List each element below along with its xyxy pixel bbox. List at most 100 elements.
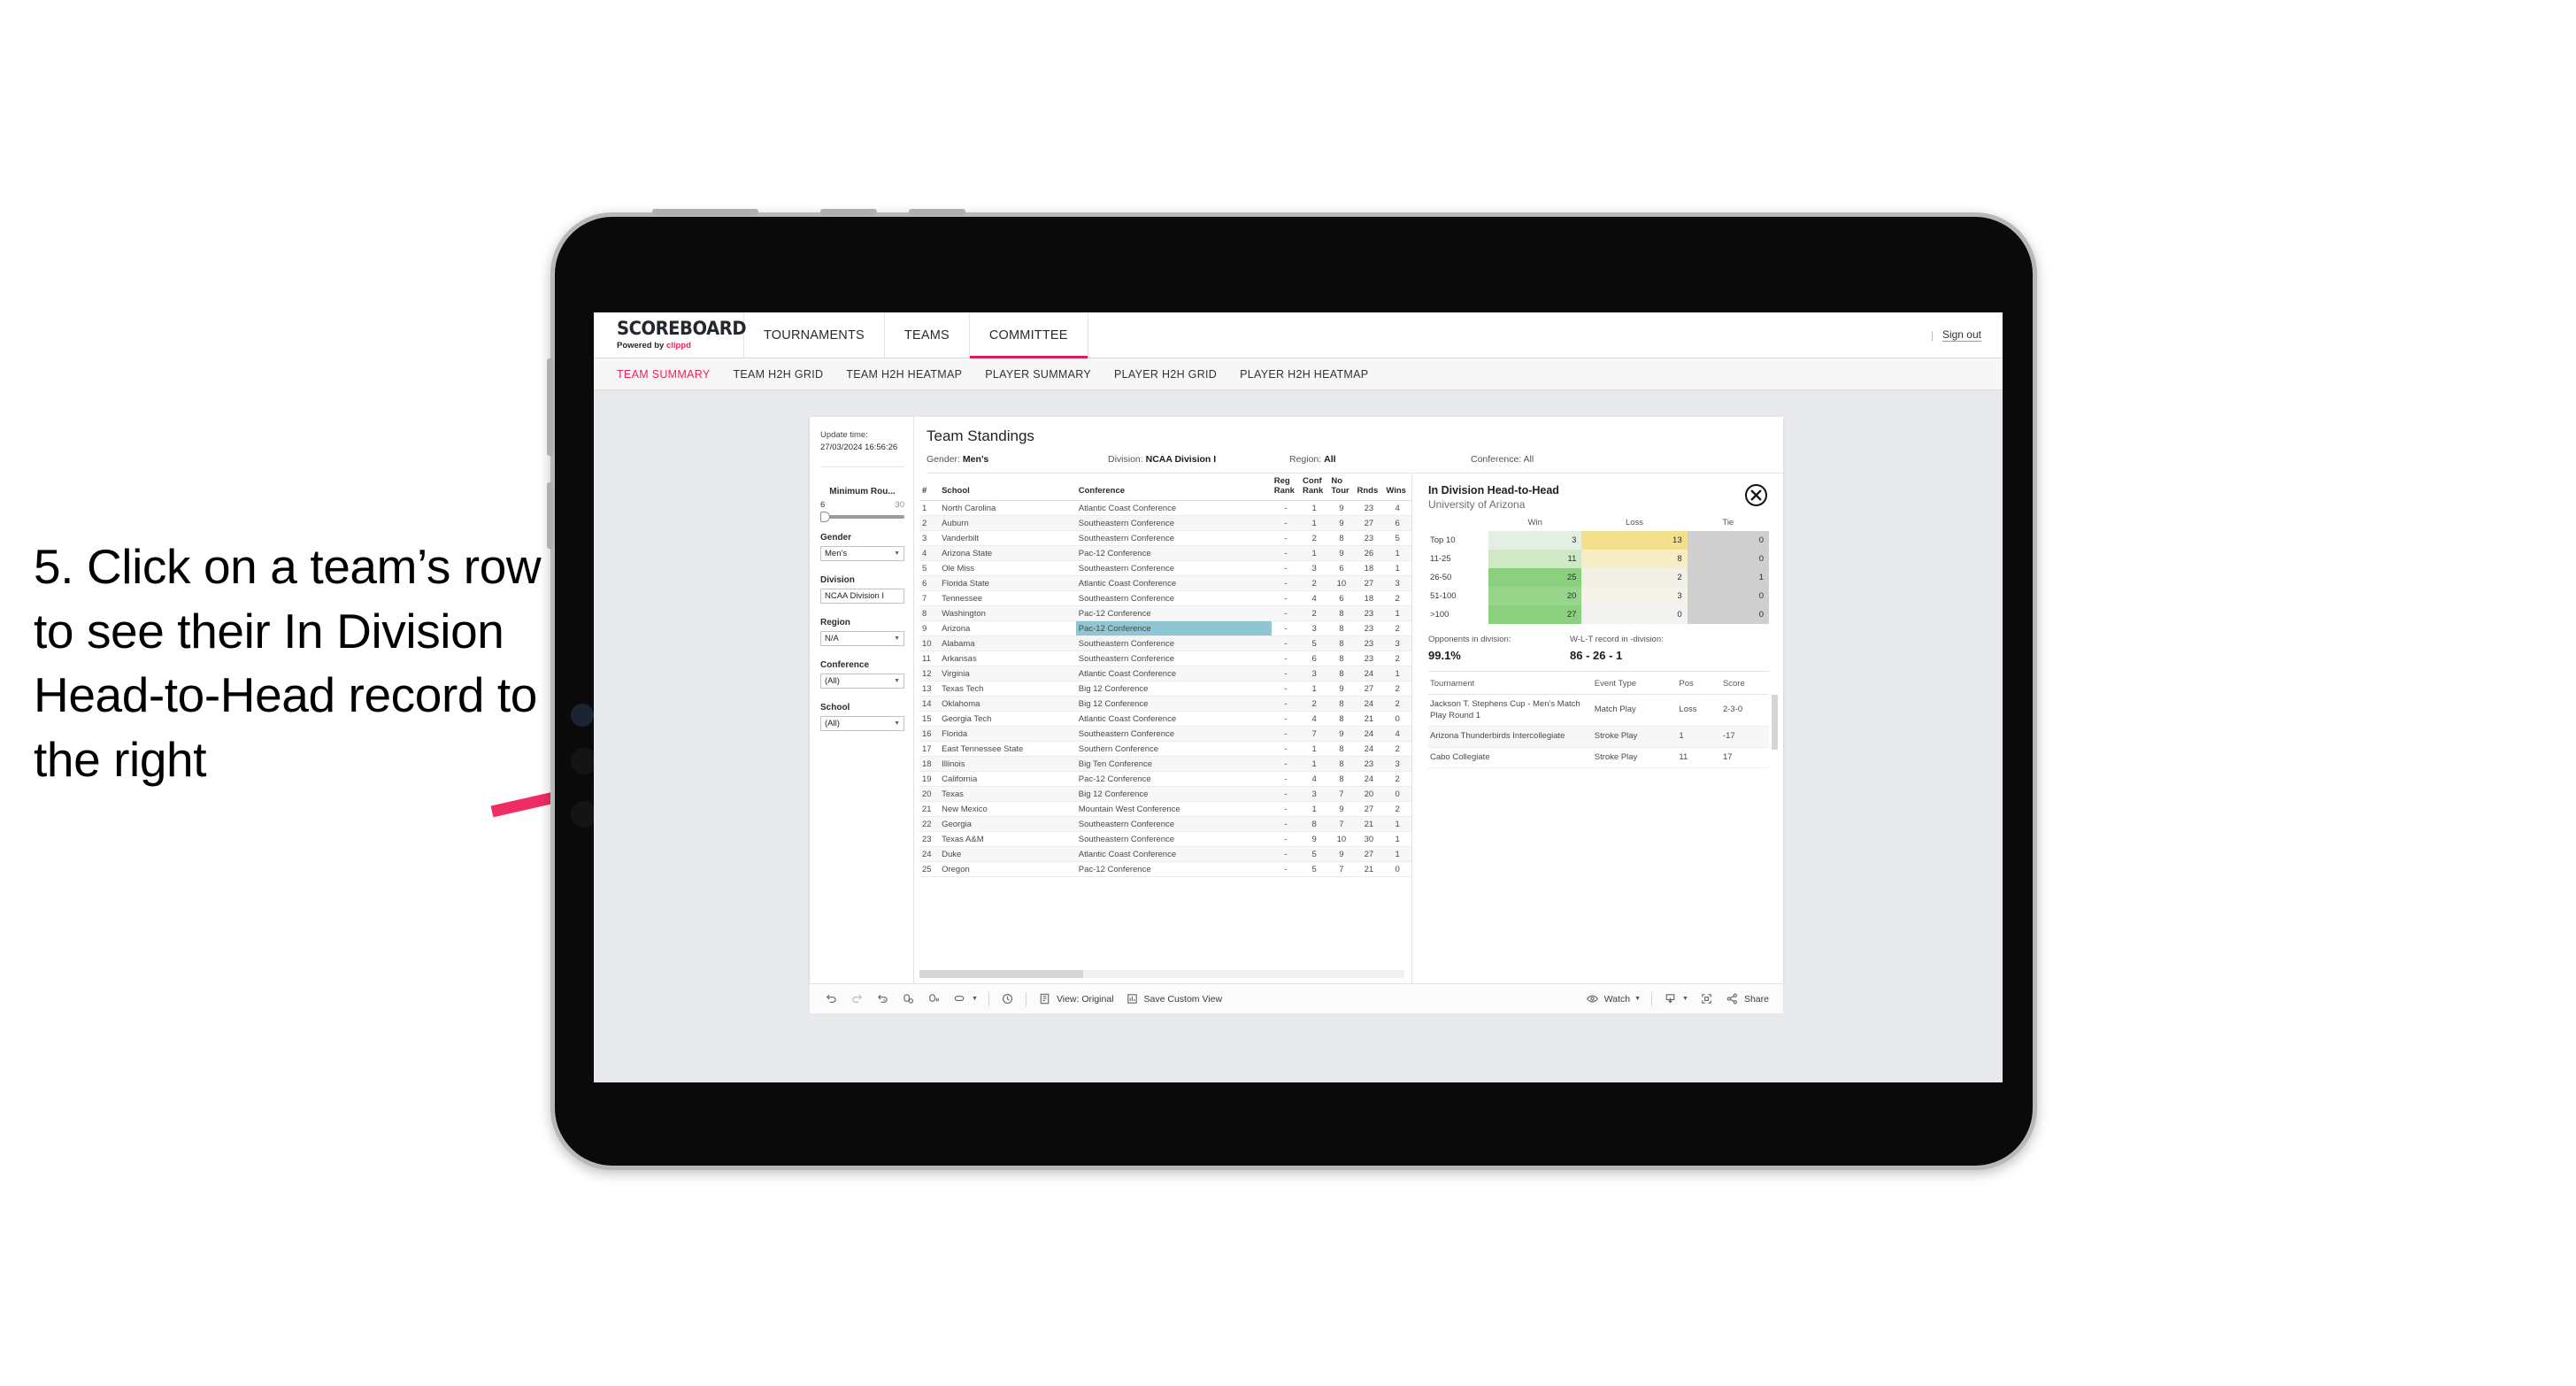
tab-team-h2h-grid[interactable]: TEAM H2H GRID xyxy=(733,368,823,381)
save-custom-view-button[interactable]: Save Custom View xyxy=(1125,991,1222,1006)
nav-label: COMMITTEE xyxy=(988,327,1068,343)
table-row[interactable]: 11 Arkansas Southeastern Conference -6 8 23 2 xyxy=(919,651,1411,666)
table-cell: 21 xyxy=(1354,816,1384,832)
horizontal-scrollbar[interactable] xyxy=(919,970,1404,978)
standings-col-header[interactable]: School xyxy=(939,474,1076,501)
table-cell: 8 xyxy=(1328,696,1355,712)
download-dropdown[interactable]: ▼ xyxy=(1663,991,1688,1006)
tab-player-h2h-heatmap[interactable]: PLAYER H2H HEATMAP xyxy=(1240,368,1368,381)
revert-icon[interactable] xyxy=(875,991,890,1006)
table-cell: 23 xyxy=(1354,651,1384,666)
table-row[interactable]: 8 Washington Pac-12 Conference -2 8 23 1 xyxy=(919,605,1411,621)
filter-division-select[interactable]: NCAA Division I xyxy=(820,588,904,604)
standings-col-header[interactable]: No Tour xyxy=(1328,474,1355,501)
table-row[interactable]: 1 North Carolina Atlantic Coast Conference… xyxy=(919,500,1411,516)
table-row[interactable]: 15 Georgia Tech Atlantic Coast Conference -… xyxy=(919,711,1411,727)
standings-col-header[interactable]: # xyxy=(919,474,940,501)
scrollbar-thumb[interactable] xyxy=(919,970,1083,978)
nav-item-teams[interactable]: TEAMS xyxy=(885,312,970,358)
tab-team-summary[interactable]: TEAM SUMMARY xyxy=(617,368,710,381)
table-row[interactable]: 18 Illinois Big Ten Conference -1 8 23 3 xyxy=(919,756,1411,772)
filter-region-select[interactable]: N/A ▼ xyxy=(820,630,904,646)
watch-label: Watch xyxy=(1603,993,1631,1005)
minimum-rounds-filter[interactable]: Minimum Rou... 6 30 xyxy=(820,486,913,522)
heatmap-cell: 0 xyxy=(1581,605,1688,624)
list-item[interactable]: Cabo Collegiate Stroke Play 11 17 xyxy=(1428,747,1769,769)
table-row[interactable]: 19 California Pac-12 Conference -4 8 24 2 xyxy=(919,771,1411,787)
standings-col-header[interactable]: Conf Rank xyxy=(1300,474,1329,501)
watch-dropdown[interactable]: Watch ▼ xyxy=(1585,991,1641,1006)
list-item[interactable]: Jackson T. Stephens Cup - Men’s Match Pl… xyxy=(1428,694,1769,728)
table-row[interactable]: 16 Florida Southeastern Conference -7 9 24 4 xyxy=(919,726,1411,742)
table-row[interactable]: 22 Georgia Southeastern Conference -8 7 21 1 xyxy=(919,816,1411,832)
table-cell: East Tennessee State xyxy=(939,741,1076,757)
pause-data-icon[interactable] xyxy=(927,991,942,1006)
filter-school-label: School xyxy=(820,702,850,712)
tournament-cell: Jackson T. Stephens Cup - Men’s Match Pl… xyxy=(1428,694,1593,728)
slider-handle[interactable] xyxy=(820,511,830,522)
table-row[interactable]: 21 New Mexico Mountain West Conference -1 9 2… xyxy=(919,801,1411,817)
table-cell: - xyxy=(1271,831,1301,847)
standings-col-header[interactable]: Conference xyxy=(1075,474,1272,501)
list-item[interactable]: Arizona Thunderbirds Intercollegiate Stro… xyxy=(1428,726,1769,748)
sign-out-link[interactable]: Sign out xyxy=(1942,328,1981,342)
table-row[interactable]: 12 Virginia Atlantic Coast Conference -3 8 24… xyxy=(919,666,1411,681)
filter-gender-select[interactable]: Men’s ▼ xyxy=(820,545,904,561)
table-cell: Texas A&M xyxy=(939,831,1076,847)
filter-gender: Gender Men’s ▼ xyxy=(820,533,913,561)
table-row[interactable]: 24 Duke Atlantic Coast Conference -5 9 27 1 xyxy=(919,846,1411,862)
fullscreen-icon[interactable] xyxy=(1699,991,1714,1006)
standings-col-header[interactable]: Reg Rank xyxy=(1271,474,1301,501)
tab-team-h2h-heatmap[interactable]: TEAM H2H HEATMAP xyxy=(846,368,962,381)
share-button[interactable]: Share xyxy=(1725,991,1769,1006)
close-icon[interactable] xyxy=(1745,484,1767,506)
nav-item-tournaments[interactable]: TOURNAMENTS xyxy=(744,312,885,358)
filter-school-select[interactable]: (All) ▼ xyxy=(820,715,904,731)
layout-dropdown[interactable]: ▼ xyxy=(952,991,978,1006)
standings-col-header[interactable]: Rnds xyxy=(1354,474,1384,501)
tournament-col-header[interactable]: Event Type xyxy=(1592,677,1678,695)
table-cell: 14 xyxy=(919,696,940,712)
refresh-data-icon[interactable] xyxy=(901,991,916,1006)
table-row[interactable]: 3 Vanderbilt Southeastern Conference -2 8 23 5 xyxy=(919,530,1411,546)
redo-icon[interactable] xyxy=(850,991,865,1006)
table-row[interactable]: 14 Oklahoma Big 12 Conference -2 8 24 2 xyxy=(919,696,1411,712)
table-row[interactable]: 25 Oregon Pac-12 Conference -5 7 21 0 xyxy=(919,861,1411,877)
table-row[interactable]: 5 Ole Miss Southeastern Conference -3 6 18 1 xyxy=(919,560,1411,576)
minimum-rounds-label: Minimum Rou... xyxy=(829,486,896,497)
undo-icon[interactable] xyxy=(824,991,839,1006)
toolbar-divider xyxy=(1025,991,1027,1006)
table-row[interactable]: 2 Auburn Southeastern Conference -1 9 27 6 xyxy=(919,515,1411,531)
tab-player-summary[interactable]: PLAYER SUMMARY xyxy=(985,368,1091,381)
tournament-col-header[interactable]: Pos xyxy=(1677,677,1721,695)
tournament-col-header[interactable]: Tournament xyxy=(1428,677,1593,695)
view-original-button[interactable]: View: Original xyxy=(1037,991,1114,1006)
head-to-head-panel: In Division Head-to-Head University of A… xyxy=(1411,474,1783,983)
table-cell: Pac-12 Conference xyxy=(1075,620,1272,636)
table-row[interactable]: 6 Florida State Atlantic Coast Conference -… xyxy=(919,575,1411,591)
nav-item-committee[interactable]: COMMITTEE xyxy=(969,312,1088,358)
slider-track[interactable] xyxy=(820,511,904,522)
table-row[interactable]: 20 Texas Big 12 Conference -3 7 20 0 xyxy=(919,786,1411,802)
table-row[interactable]: 17 East Tennessee State Southern Conferenc… xyxy=(919,741,1411,757)
table-row[interactable]: 7 Tennessee Southeastern Conference -4 6 18 2 xyxy=(919,590,1411,606)
table-row[interactable]: 13 Texas Tech Big 12 Conference -1 9 27 2 xyxy=(919,681,1411,697)
power-button[interactable] xyxy=(652,209,758,215)
table-cell: 6 xyxy=(1300,651,1329,666)
filter-conference-select[interactable]: (All) ▼ xyxy=(820,673,904,689)
table-row[interactable]: 23 Texas A&M Southeastern Conference -9 10 30… xyxy=(919,831,1411,847)
tournament-col-header[interactable]: Score xyxy=(1720,677,1769,695)
tab-player-h2h-grid[interactable]: PLAYER H2H GRID xyxy=(1114,368,1217,381)
table-row[interactable]: 9 Arizona Pac-12 Conference -3 8 23 2 xyxy=(919,620,1411,636)
history-icon[interactable] xyxy=(1000,991,1015,1006)
filter-school-value: (All) xyxy=(825,718,840,728)
volume-up-button[interactable] xyxy=(547,358,553,456)
standings-col-header[interactable]: Wins xyxy=(1383,474,1411,501)
nav-label: TOURNAMENTS xyxy=(764,327,865,343)
top-navigation: SCOREBOARD Powered by clippd TOURNAMENTS… xyxy=(594,312,2003,358)
volume-down-button[interactable] xyxy=(547,482,553,549)
vertical-scrollbar[interactable] xyxy=(1772,695,1778,750)
table-row[interactable]: 10 Alabama Southeastern Conference -5 8 23 3 xyxy=(919,635,1411,651)
table-row[interactable]: 4 Arizona State Pac-12 Conference -1 9 26 1 xyxy=(919,545,1411,561)
app-logo[interactable]: SCOREBOARD Powered by clippd xyxy=(594,312,747,358)
